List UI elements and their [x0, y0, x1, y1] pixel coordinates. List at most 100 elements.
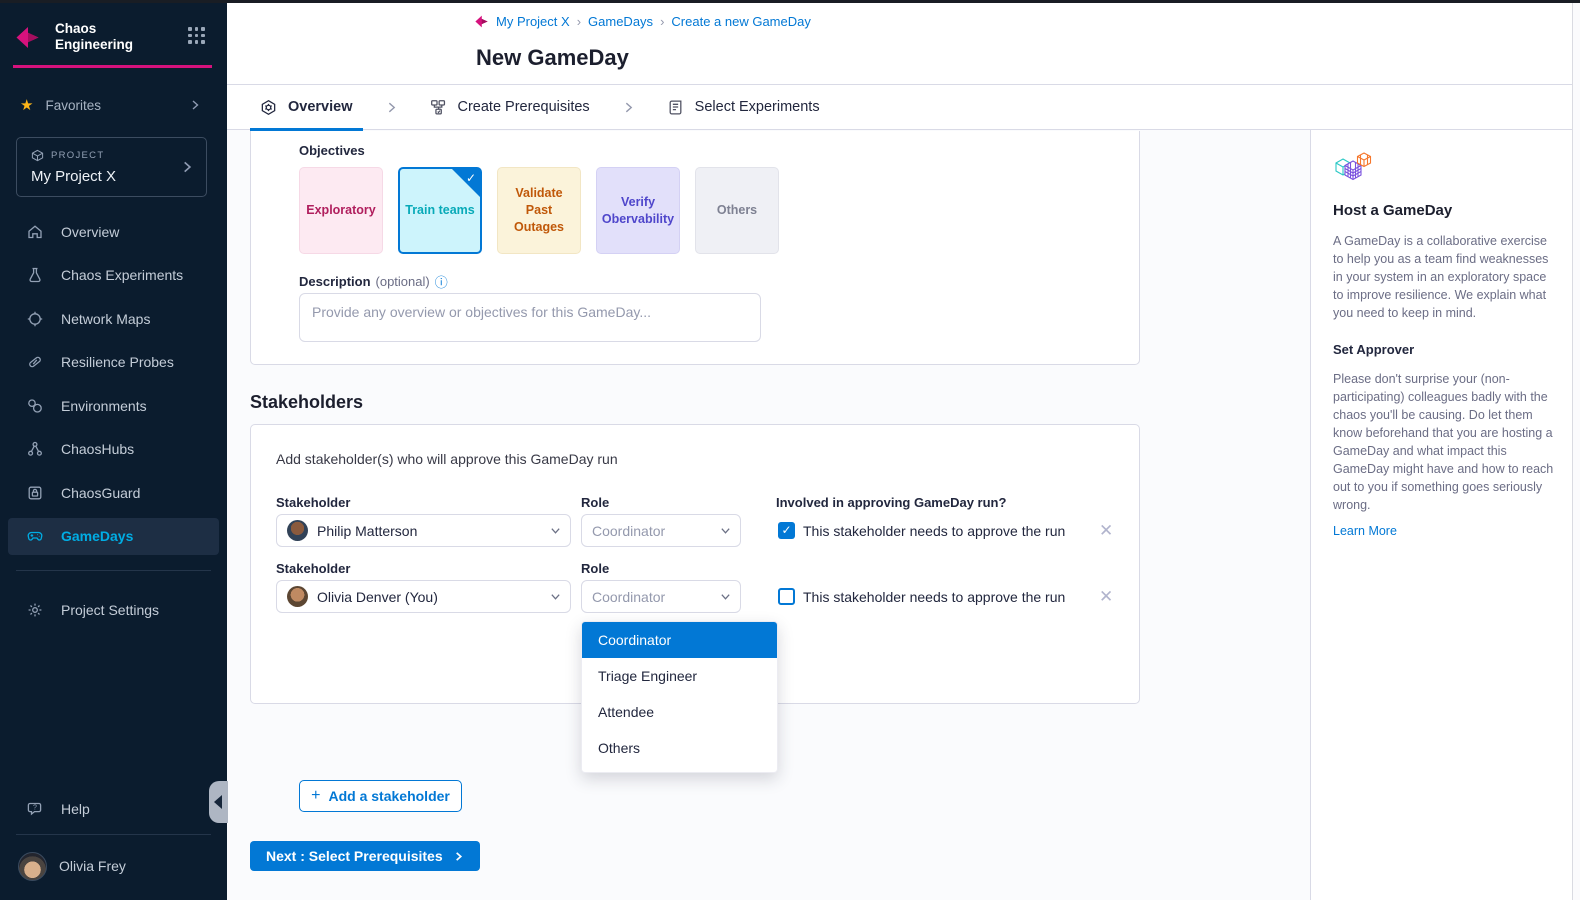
chevron-down-icon — [550, 525, 561, 536]
stakeholder-select-2[interactable]: Olivia Denver (You) — [276, 580, 571, 613]
flask-icon — [26, 266, 44, 284]
experiments-tab-icon — [667, 99, 684, 116]
scrollbar-track[interactable] — [1572, 3, 1580, 900]
guard-lock-icon — [26, 484, 44, 502]
user-menu[interactable]: Olivia Frey — [0, 846, 227, 886]
tab-select-experiments[interactable]: Select Experiments — [657, 85, 830, 130]
remove-stakeholder-2-icon[interactable]: ✕ — [1099, 587, 1113, 607]
sidebar-item-favorites[interactable]: ★ Favorites — [0, 91, 227, 119]
sidebar-divider — [16, 834, 211, 835]
objective-others[interactable]: Others — [695, 167, 779, 254]
chevron-right-icon — [385, 101, 398, 114]
avatar — [287, 520, 308, 541]
stakeholders-intro: Add stakeholder(s) who will approve this… — [276, 451, 618, 467]
role-column-label: Role — [581, 561, 609, 576]
objectives-card: Objectives Exploratory Train teams ✓ Val… — [250, 131, 1140, 365]
role-select-1[interactable]: Coordinator — [581, 514, 741, 547]
breadcrumb: My Project X › GameDays › Create a new G… — [474, 14, 811, 29]
step-tabbar: Overview Create Prerequisites Select Exp… — [227, 85, 1580, 130]
svg-text:?: ? — [33, 804, 37, 811]
breadcrumb-project[interactable]: My Project X — [496, 14, 570, 29]
hub-network-icon — [26, 440, 44, 458]
environments-icon — [26, 397, 44, 415]
chevron-right-icon — [622, 101, 635, 114]
role-option-triage-engineer[interactable]: Triage Engineer — [582, 658, 777, 694]
page-title: New GameDay — [476, 45, 629, 71]
sidebar-item-gamedays[interactable]: GameDays — [8, 518, 219, 555]
brand[interactable]: Chaos Engineering — [14, 19, 214, 55]
stakeholder-select-1[interactable]: Philip Matterson — [276, 514, 571, 547]
breadcrumb-gamedays[interactable]: GameDays — [588, 14, 653, 29]
sidebar-item-chaos-experiments[interactable]: Chaos Experiments — [8, 254, 219, 298]
help-panel-para1: A GameDay is a collaborative exercise to… — [1333, 232, 1555, 322]
home-icon — [26, 223, 44, 241]
role-dropdown-menu: Coordinator Triage Engineer Attendee Oth… — [581, 621, 778, 773]
project-label-row: PROJECT — [31, 149, 104, 162]
remove-stakeholder-1-icon[interactable]: ✕ — [1099, 521, 1113, 541]
learn-more-link[interactable]: Learn More — [1333, 524, 1397, 538]
avatar — [18, 852, 47, 881]
sidebar-divider — [16, 570, 211, 571]
sidebar-item-project-settings[interactable]: Project Settings — [8, 588, 219, 632]
sidebar-item-environments[interactable]: Environments — [8, 384, 219, 428]
gameday-cubes-icon — [1333, 152, 1375, 188]
project-selector[interactable]: PROJECT My Project X — [16, 137, 207, 197]
chevron-down-icon — [550, 591, 561, 602]
objective-validate-past-outages[interactable]: Validate Past Outages — [497, 167, 581, 254]
objectives-label: Objectives — [299, 143, 365, 158]
sidebar-item-chaoshubs[interactable]: ChaosHubs — [8, 428, 219, 472]
chaos-logo-icon — [14, 24, 41, 51]
chevron-sep-icon: › — [577, 14, 581, 29]
sidebar-item-network-maps[interactable]: Network Maps — [8, 297, 219, 341]
approve-label-1: This stakeholder needs to approve the ru… — [803, 523, 1065, 539]
sidebar-item-chaosguard[interactable]: ChaosGuard — [8, 471, 219, 515]
tab-overview[interactable]: Overview — [250, 85, 363, 130]
check-icon: ✓ — [466, 170, 476, 187]
window-top-strip — [0, 0, 1580, 3]
apps-grid-icon[interactable] — [188, 27, 208, 47]
role-option-others[interactable]: Others — [582, 730, 777, 766]
add-stakeholder-button[interactable]: + Add a stakeholder — [299, 780, 462, 812]
main-content: Objectives Exploratory Train teams ✓ Val… — [227, 130, 1310, 900]
sidebar-collapse-handle[interactable] — [209, 781, 228, 823]
sidebar-nav: Overview Chaos Experiments Network Maps … — [8, 210, 219, 558]
next-button[interactable]: Next : Select Prerequisites — [250, 841, 480, 871]
description-input[interactable] — [299, 293, 761, 342]
tab-create-prerequisites[interactable]: Create Prerequisites — [420, 85, 600, 130]
network-map-icon — [26, 310, 44, 328]
breadcrumb-current[interactable]: Create a new GameDay — [671, 14, 810, 29]
objective-verify-obervability[interactable]: Verify Obervability — [596, 167, 680, 254]
page-header: My Project X › GameDays › Create a new G… — [227, 3, 1580, 85]
sidebar: Chaos Engineering ★ Favorites PROJECT My… — [0, 3, 227, 900]
help-panel-subheading: Set Approver — [1333, 342, 1552, 357]
sidebar-settings: Project Settings — [8, 588, 219, 632]
help-panel: Host a GameDay A GameDay is a collaborat… — [1310, 130, 1572, 900]
role-option-coordinator[interactable]: Coordinator — [582, 622, 777, 658]
gear-icon — [26, 601, 44, 619]
objective-exploratory[interactable]: Exploratory — [299, 167, 383, 254]
cube-icon — [31, 149, 44, 162]
sidebar-item-resilience-probes[interactable]: Resilience Probes — [8, 341, 219, 385]
collapse-arrow-icon — [214, 795, 222, 809]
stakeholder-column-label: Stakeholder — [276, 495, 350, 510]
help-panel-heading: Host a GameDay — [1333, 202, 1552, 219]
role-column-label: Role — [581, 495, 609, 510]
chevron-right-icon — [189, 99, 201, 111]
optional-label: (optional) — [376, 274, 430, 289]
objective-train-teams[interactable]: Train teams ✓ — [398, 167, 482, 254]
chevron-right-icon — [180, 160, 194, 174]
help-chat-icon: ? — [26, 800, 44, 818]
approve-checkbox-2[interactable] — [778, 588, 795, 605]
help-panel-para2: Please don't surprise your (non-particip… — [1333, 370, 1555, 514]
approve-checkbox-1[interactable]: ✓ — [778, 522, 795, 539]
role-option-attendee[interactable]: Attendee — [582, 694, 777, 730]
approve-label-2: This stakeholder needs to approve the ru… — [803, 589, 1065, 605]
stakeholders-heading: Stakeholders — [250, 392, 363, 413]
sidebar-item-help[interactable]: ? Help — [8, 787, 219, 831]
avatar — [287, 586, 308, 607]
overview-tab-icon — [260, 99, 277, 116]
role-select-2[interactable]: Coordinator — [581, 580, 741, 613]
sidebar-help: ? Help — [8, 787, 219, 831]
info-icon[interactable]: ⓘ — [435, 272, 448, 291]
sidebar-item-overview[interactable]: Overview — [8, 210, 219, 254]
